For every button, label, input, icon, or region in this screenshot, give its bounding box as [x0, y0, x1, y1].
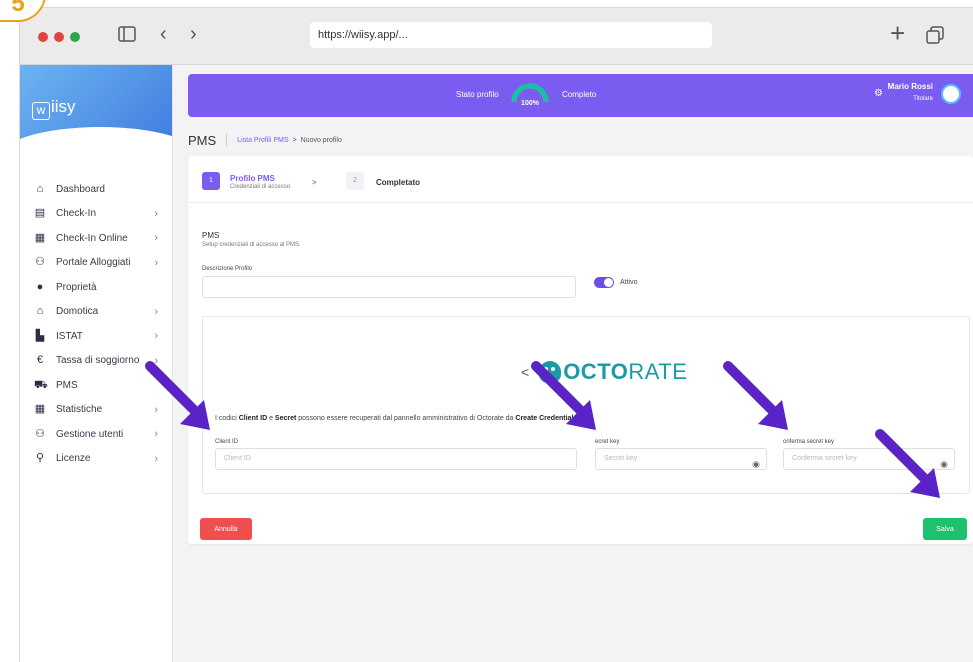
step-1-subtitle: Credenziali di accesso — [230, 184, 291, 190]
top-bar: Stato profilo 100% Completo ⚙ Mario Ross… — [188, 74, 973, 117]
map-pin-icon: ● — [36, 280, 44, 293]
step-2-number[interactable]: 2 — [346, 172, 364, 190]
sidebar-item-check-in[interactable]: ▤ Check-In › — [20, 202, 172, 227]
back-icon[interactable]: ‹ — [160, 24, 167, 44]
profile-progress-gauge: 100% — [510, 82, 550, 108]
forward-icon[interactable]: › — [190, 24, 197, 44]
secret-key-input[interactable]: Secret key ◉ — [595, 448, 767, 470]
attivo-toggle[interactable] — [594, 277, 614, 288]
avatar[interactable] — [941, 84, 961, 104]
breadcrumb-separator: > — [292, 136, 297, 144]
sidebar-item-dashboard[interactable]: ⌂ Dashboard — [20, 177, 172, 202]
sidebar-item-label: Dashboard — [56, 183, 105, 195]
tabs-overview-icon[interactable] — [926, 26, 944, 48]
cancel-button[interactable]: Annulla — [200, 518, 252, 540]
logo-w-box: w — [32, 102, 50, 120]
sidebar-item-label: PMS — [56, 379, 78, 391]
chevron-right-icon[interactable]: › — [154, 232, 158, 244]
step-1-title[interactable]: Profilo PMS — [230, 174, 275, 183]
show-secret-eye-icon[interactable]: ◉ — [752, 454, 760, 474]
stepper-arrow: > — [312, 178, 317, 187]
descrizione-profilo-label: Descrizione Profilo — [202, 266, 253, 272]
sidebar-item-label: Domotica — [56, 306, 99, 318]
address-bar[interactable]: https://wiisy.app/... — [310, 22, 712, 48]
credentials-note: I codici Client ID e Secret possono esse… — [215, 415, 578, 422]
sidebar-item-portale-alloggiati[interactable]: ⚇ Portale Alloggiati › — [20, 251, 172, 276]
logo-area: w iisy — [20, 65, 172, 157]
smart-home-icon: ⌂ — [36, 305, 44, 318]
pointer-arrow-confirm-secret — [723, 361, 788, 430]
profile-percent: 100% — [521, 100, 539, 107]
new-tab-icon[interactable]: + — [890, 20, 905, 46]
breadcrumb-link[interactable]: Lista Profili PMS — [237, 137, 288, 144]
sidebar-item-label: Statistiche — [56, 404, 103, 416]
window-close-button[interactable] — [38, 32, 48, 42]
step-2-title[interactable]: Completato — [376, 178, 420, 187]
sidebar-item-label: Portale Alloggiati — [56, 257, 131, 269]
secret-key-placeholder: Secret key — [604, 455, 638, 462]
page-title: PMS — [188, 132, 217, 148]
toggle-knob — [604, 278, 613, 287]
sidebar-toggle-icon[interactable] — [118, 26, 136, 46]
attivo-label: Attivo — [620, 279, 638, 286]
breadcrumb-current: Nuovo profilo — [300, 136, 342, 144]
sidebar-item-licenze[interactable]: ⚲ Licenze › — [20, 447, 172, 472]
bar-chart-icon: ▙ — [35, 329, 45, 342]
sidebar-item-label: Gestione utenti — [56, 428, 124, 440]
client-id-input[interactable]: Client ID — [215, 448, 577, 470]
user-menu[interactable]: ⚙ Mario Rossi Titolare — [859, 80, 969, 110]
confirm-secret-placeholder: Conferma secret key — [792, 455, 857, 462]
pointer-arrow-client-id — [145, 361, 210, 430]
header-divider — [226, 133, 228, 147]
chevron-right-icon[interactable]: › — [154, 257, 158, 269]
section-title: PMS — [202, 231, 220, 240]
user-key-icon: ⚲ — [35, 452, 45, 465]
pointer-arrow-secret-key — [531, 361, 596, 430]
descrizione-profilo-input[interactable] — [202, 276, 576, 298]
euro-icon: € — [36, 354, 44, 367]
settings-gear-icon[interactable]: ⚙ — [874, 88, 883, 99]
chevron-right-icon[interactable]: › — [154, 330, 158, 342]
logo-text: iisy — [51, 97, 76, 116]
home-icon: ⌂ — [36, 182, 44, 195]
window-maximize-button[interactable] — [70, 32, 80, 42]
logo-wave-shape — [20, 127, 172, 157]
window-minimize-button[interactable] — [54, 32, 64, 42]
table-icon: ▦ — [34, 403, 46, 416]
chevron-right-icon[interactable]: › — [154, 306, 158, 318]
sidebar-item-label: ISTAT — [56, 330, 83, 342]
profile-complete-label: Completo — [562, 90, 597, 99]
users-icon: ⚇ — [35, 427, 45, 440]
step-1-number[interactable]: 1 — [202, 172, 220, 190]
sidebar-item-propriet[interactable]: ● Proprietà — [20, 275, 172, 300]
profile-status-label: Stato profilo — [456, 90, 499, 99]
sidebar-item-istat[interactable]: ▙ ISTAT › — [20, 324, 172, 349]
section-subtitle: Setup credenziali di accesso al PMS. — [202, 242, 301, 248]
browser-window: ‹ › https://wiisy.app/... + w iisy ⌂ Dashb… — [20, 8, 973, 662]
sidebar-item-label: Licenze — [56, 453, 91, 465]
sidebar-item-check-in-online[interactable]: ▦ Check-In Online › — [20, 226, 172, 251]
provider-name-light: RATE — [628, 359, 688, 384]
sidebar-item-domotica[interactable]: ⌂ Domotica › — [20, 300, 172, 325]
chevron-right-icon[interactable]: › — [154, 208, 158, 220]
sidebar-item-label: Tassa di soggiorno — [56, 355, 140, 367]
page-header: PMS Lista Profili PMS > Nuovo profilo — [188, 130, 342, 150]
save-button[interactable]: Salva — [923, 518, 967, 540]
sidebar-item-label: Check-In Online — [56, 232, 128, 244]
browser-toolbar: ‹ › https://wiisy.app/... + — [20, 8, 973, 65]
app-logo[interactable]: w iisy — [32, 97, 76, 120]
form-card: 1 Profilo PMS Credenziali di accesso > 2… — [188, 156, 973, 544]
sidebar-item-label: Check-In — [56, 208, 97, 220]
calendar-check-icon: ▦ — [34, 231, 46, 244]
users-group-icon: ⚇ — [35, 256, 45, 269]
car-icon: ⛟ — [34, 378, 48, 391]
user-name: Mario Rossi — [887, 82, 933, 91]
pointer-arrow-save — [875, 429, 940, 498]
id-card-icon: ▤ — [34, 207, 46, 220]
user-role: Titolare — [913, 96, 933, 102]
chevron-right-icon[interactable]: › — [154, 453, 158, 465]
wizard-stepper: 1 Profilo PMS Credenziali di accesso > 2… — [188, 156, 973, 203]
sidebar-item-label: Proprietà — [56, 281, 97, 293]
